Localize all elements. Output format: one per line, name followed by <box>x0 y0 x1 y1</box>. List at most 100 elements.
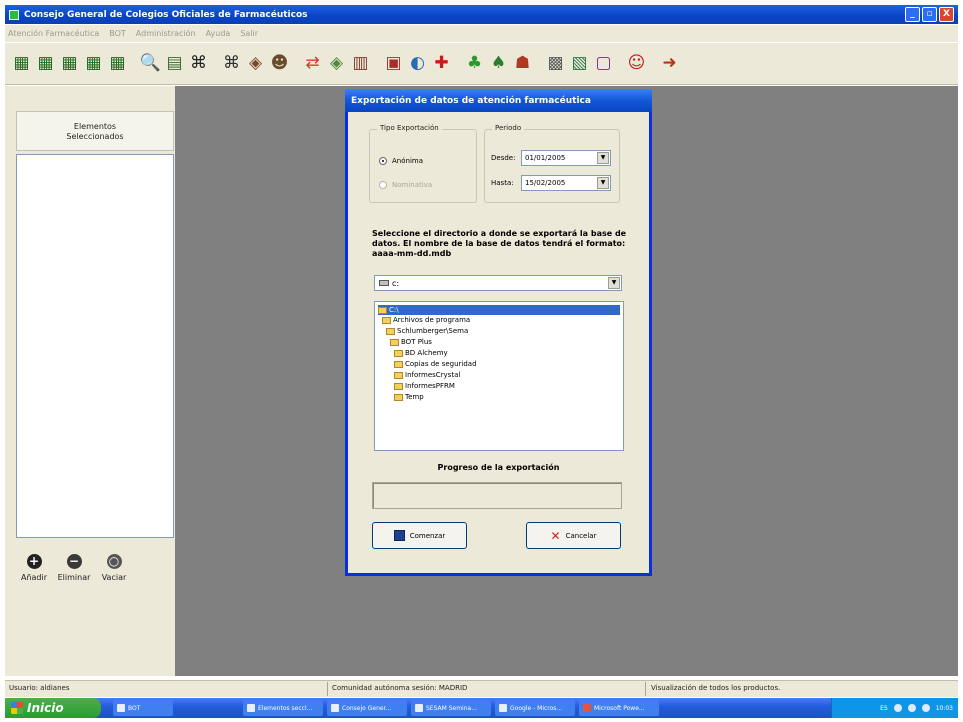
taskbar-item-consejo[interactable]: Consejo Gener... <box>327 700 407 716</box>
radio-nominative-dot[interactable] <box>379 181 387 189</box>
cancel-button[interactable]: ✕ Cancelar <box>526 522 621 549</box>
export-progress-bar <box>372 482 622 509</box>
calculator-icon[interactable]: ▦ <box>82 51 105 77</box>
start-button[interactable]: Comenzar <box>372 522 467 549</box>
plant-icon[interactable]: ♣ <box>463 51 486 77</box>
capsule-icon[interactable]: ◈ <box>244 51 267 77</box>
directory-item[interactable]: Copias de seguridad <box>394 359 477 369</box>
close-button[interactable]: X <box>939 7 954 22</box>
selected-elements-header: Elementos Seleccionados <box>16 111 174 151</box>
chart-icon[interactable]: ▧ <box>568 51 591 77</box>
globe-icon[interactable]: ◐ <box>406 51 429 77</box>
medicine-icon[interactable]: ✚ <box>430 51 453 77</box>
chevron-down-icon[interactable]: ▼ <box>597 152 609 164</box>
magnifier-icon[interactable]: 🔍 <box>139 51 162 77</box>
calculator-icon[interactable]: ▦ <box>34 51 57 77</box>
calculator-icon[interactable]: ▦ <box>10 51 33 77</box>
directory-item[interactable]: C:\ <box>378 305 620 315</box>
add-button[interactable]: + Añadir <box>14 554 54 582</box>
directory-item[interactable]: Schlumberger\Sema <box>386 326 468 336</box>
taskbar-item-label: BOT <box>128 704 141 712</box>
plant-icon[interactable]: ♠ <box>487 51 510 77</box>
pharmacy-book-icon[interactable]: ▣ <box>382 51 405 77</box>
taskbar-item-powerpoint[interactable]: Microsoft Powe... <box>579 700 659 716</box>
menu-bot[interactable]: BOT <box>109 29 126 38</box>
folder-icon <box>394 382 403 390</box>
language-indicator[interactable]: ES <box>880 705 888 712</box>
directory-item-label: BD Alchemy <box>405 349 448 357</box>
security-icon[interactable] <box>921 704 930 712</box>
app-icon <box>247 704 255 712</box>
clear-button[interactable]: ○ Vaciar <box>94 554 134 582</box>
close-icon: ✕ <box>550 528 561 543</box>
books-icon[interactable]: ▥ <box>349 51 372 77</box>
directory-item[interactable]: BOT Plus <box>390 337 432 347</box>
folder-icon <box>394 360 403 368</box>
people-icon[interactable]: ☻ <box>268 51 291 77</box>
radio-anonymous[interactable]: Anónima <box>379 157 423 165</box>
family-icon[interactable]: ☗ <box>511 51 534 77</box>
taskbar-item-label: Google - Micros... <box>510 704 563 712</box>
tablet-icon[interactable]: ▩ <box>544 51 567 77</box>
directory-list[interactable]: C:\ Archivos de programa Schlumberger\Se… <box>374 301 624 451</box>
taskbar-item-label: Consejo Gener... <box>342 704 392 712</box>
powerpoint-icon <box>583 704 591 712</box>
calculator-icon[interactable]: ▦ <box>58 51 81 77</box>
window-title: Consejo General de Colegios Oficiales de… <box>24 9 308 20</box>
to-date-picker[interactable]: 15/02/2005 ▼ <box>521 175 611 191</box>
binoculars-icon[interactable]: ⌘ <box>220 51 243 77</box>
from-date-row: Desde: 01/01/2005 ▼ <box>491 150 611 166</box>
drive-select[interactable]: c: ▼ <box>374 275 622 291</box>
from-date-value: 01/01/2005 <box>525 154 566 162</box>
calculator-icon[interactable]: ▦ <box>106 51 129 77</box>
radio-nominative[interactable]: Nominativa <box>379 181 432 189</box>
window-title-bar[interactable]: Consejo General de Colegios Oficiales de… <box>5 5 958 24</box>
app-icon <box>9 9 19 20</box>
monitor-icon[interactable]: ▢ <box>592 51 615 77</box>
taskbar-item-sesam[interactable]: SESAM Semina... <box>411 700 491 716</box>
chevron-down-icon[interactable]: ▼ <box>608 277 620 289</box>
folder-icon <box>394 393 403 401</box>
dialog-title[interactable]: Exportación de datos de atención farmacé… <box>345 89 652 112</box>
drive-icon <box>379 280 389 286</box>
from-date-picker[interactable]: 01/01/2005 ▼ <box>521 150 611 166</box>
capsule-icon[interactable]: ◈ <box>325 51 348 77</box>
taskbar-item-bot[interactable]: BOT <box>113 700 173 716</box>
maximize-button[interactable]: ▫ <box>922 7 937 22</box>
directory-item[interactable]: Archivos de programa <box>382 315 470 325</box>
report-icon[interactable]: ▤ <box>163 51 186 77</box>
menu-salir[interactable]: Salir <box>240 29 258 38</box>
directory-item[interactable]: BD Alchemy <box>394 348 448 358</box>
start-button-taskbar[interactable]: Inicio <box>5 698 101 718</box>
menu-atencion-farmaceutica[interactable]: Atención Farmacéutica <box>8 29 99 38</box>
save-disk-icon <box>393 530 405 541</box>
binoculars-icon[interactable]: ⌘ <box>187 51 210 77</box>
radio-anonymous-dot[interactable] <box>379 157 387 165</box>
selected-elements-list[interactable] <box>16 154 174 538</box>
directory-item[interactable]: InformesPFRM <box>394 381 455 391</box>
drive-value: c: <box>392 278 400 288</box>
cancel-button-label: Cancelar <box>565 531 597 540</box>
menu-ayuda[interactable]: Ayuda <box>206 29 231 38</box>
minimize-button[interactable]: _ <box>905 7 920 22</box>
taskbar-item-elementos[interactable]: Elementos seccl... <box>243 700 323 716</box>
export-type-group: Tipo Exportación Anónima Nominativa <box>369 124 477 203</box>
network-icon[interactable] <box>907 704 916 712</box>
status-view: Visualización de todos los productos. <box>651 684 781 692</box>
directory-item[interactable]: InformesCrystal <box>394 370 460 380</box>
chevron-down-icon[interactable]: ▼ <box>597 177 609 189</box>
period-legend: Periodo <box>492 124 525 132</box>
directory-item[interactable]: Temp <box>394 392 424 402</box>
app-icon <box>331 704 339 712</box>
window-controls: _ ▫ X <box>905 7 954 22</box>
delete-button[interactable]: − Eliminar <box>54 554 94 582</box>
taskbar-item-google[interactable]: Google - Micros... <box>495 700 575 716</box>
taskbar: Inicio BOT Elementos seccl... Consejo Ge… <box>5 698 958 718</box>
directory-item-label: C:\ <box>389 306 399 314</box>
volume-icon[interactable] <box>893 704 902 712</box>
swap-icon[interactable]: ⇄ <box>301 51 324 77</box>
status-bar: Usuario: aldianes Comunidad autónoma ses… <box>5 680 958 697</box>
health-person-icon[interactable]: ☺ <box>625 51 648 77</box>
menu-administracion[interactable]: Administración <box>136 29 196 38</box>
exit-icon[interactable]: ➜ <box>658 51 681 77</box>
